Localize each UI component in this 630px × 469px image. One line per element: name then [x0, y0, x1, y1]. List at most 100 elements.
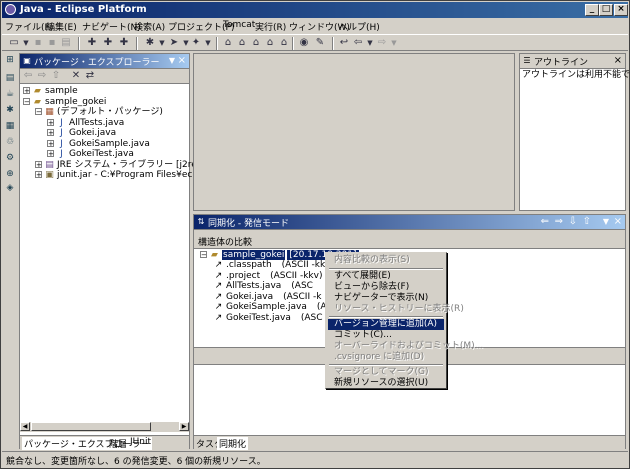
incoming-mode-icon[interactable]: ⇐ — [541, 216, 549, 227]
previous-change-icon[interactable]: ⇧ — [583, 216, 591, 227]
sync-view-header[interactable]: ⇅ 同期化 - 発信モード ⇐ ⇒ ⇩ ⇧ ▼ × — [194, 215, 625, 230]
open-perspective-shortcut-icon[interactable]: ⊞ — [4, 54, 16, 66]
tree-item-sample-gokei[interactable]: − ▰ sample_gokei — [23, 97, 106, 107]
debug-perspective-icon[interactable]: ✱ — [4, 104, 16, 116]
close-icon[interactable]: × — [178, 55, 186, 66]
tree-item-sample[interactable]: + ▰ sample — [23, 86, 78, 96]
resource-perspective-icon[interactable]: ▤ — [4, 72, 16, 84]
view-menu-icon[interactable]: ▼ — [169, 55, 175, 66]
menu-item-remove-from-view[interactable]: ビューから除去(F) — [334, 282, 409, 293]
close-icon[interactable]: × — [614, 216, 622, 227]
tab-junit[interactable]: JUnit — [130, 437, 151, 447]
tomcat-restart-icon[interactable]: ⌂ — [278, 37, 290, 49]
open-type-icon[interactable]: ⌂ — [222, 37, 234, 49]
outline-header[interactable]: ☰ アウトライン × — [520, 54, 625, 69]
back-dropdown-icon[interactable]: ▼ — [364, 37, 376, 49]
menu-item-show-in-resource-history[interactable]: リソース・ヒストリーに表示(R) — [334, 304, 464, 315]
scroll-right-icon[interactable]: ▶ — [179, 422, 189, 431]
forward-icon[interactable]: ⇨ — [376, 37, 388, 49]
menu-item-show-content-compare[interactable]: 内容比較の表示(S) — [334, 255, 410, 266]
open-hierarchy-icon[interactable]: ⌂ — [236, 37, 248, 49]
tree-item-gokei[interactable]: + J Gokei.java — [47, 128, 116, 138]
sync-item-classpath[interactable]: ↗ .classpath (ASCII -kk — [214, 260, 325, 270]
close-icon[interactable]: × — [614, 55, 622, 66]
external-tools-icon[interactable]: ✦ — [190, 37, 202, 49]
last-edit-location-icon[interactable]: ↩ — [338, 37, 350, 49]
back-icon[interactable]: ⇦ — [352, 37, 364, 49]
maximize-button[interactable]: □ — [599, 4, 613, 16]
expander[interactable]: + — [35, 171, 42, 179]
close-button[interactable]: × — [614, 4, 628, 16]
forward-dropdown-icon[interactable]: ▼ — [388, 37, 400, 49]
menu-item-show-in-navigator[interactable]: ナビゲーターで表示(N) — [334, 293, 428, 304]
menu-run[interactable]: 実行(R) — [255, 20, 286, 33]
new-java-project-icon[interactable]: ✚ — [86, 37, 98, 49]
outgoing-mode-icon[interactable]: ⇒ — [555, 216, 563, 227]
tree-item-gokeisample[interactable]: + J GokeiSample.java — [47, 139, 150, 149]
save-icon[interactable]: ▪ — [32, 37, 44, 49]
expander[interactable]: + — [47, 140, 54, 148]
menu-search[interactable]: 検索(A) — [134, 20, 165, 33]
sync-item-project[interactable]: ↗ .project (ASCII -kkv) — [214, 271, 323, 281]
new-icon[interactable]: ▭ — [8, 37, 20, 49]
debug-dropdown-icon[interactable]: ▼ — [156, 37, 168, 49]
tree-item-alltests[interactable]: + J AllTests.java — [47, 118, 124, 128]
hierarchy-perspective-icon[interactable]: ▦ — [4, 120, 16, 132]
tab-synchronize[interactable]: 同期化 — [217, 437, 249, 450]
open-perspective-icon[interactable]: ✎ — [314, 37, 326, 49]
tomcat-start-icon[interactable]: ⌂ — [250, 37, 262, 49]
plugin-perspective-icon[interactable]: ⊕ — [4, 168, 16, 180]
menu-item-add-to-version-control[interactable]: バージョン管理に追加(A) — [334, 319, 437, 330]
menu-item-expand-all[interactable]: すべて展開(E) — [334, 271, 391, 282]
java-perspective-icon[interactable]: ☕ — [4, 88, 16, 100]
menu-item-select-new-resources[interactable]: 新規リソースの選択(U) — [334, 378, 428, 389]
title-bar[interactable]: Java - Eclipse Platform _ □ × — [2, 2, 628, 18]
scroll-left-icon[interactable]: ◀ — [20, 422, 30, 431]
expander[interactable]: − — [35, 108, 42, 116]
expander[interactable]: + — [47, 129, 54, 137]
menu-item-add-to-cvsignore[interactable]: .cvsignore に追加(D) — [334, 352, 424, 363]
menu-edit[interactable]: 編集(E) — [46, 20, 77, 33]
menu-help[interactable]: ヘルプ(H) — [339, 20, 380, 33]
sync-item-gokei[interactable]: ↗ Gokei.java (ASCII -k — [214, 292, 322, 302]
run-icon[interactable]: ➤ — [168, 37, 180, 49]
scrollbar-thumb[interactable] — [31, 422, 151, 431]
search-icon[interactable]: ◉ — [298, 37, 310, 49]
install-perspective-icon[interactable]: ◈ — [4, 182, 16, 194]
menu-item-mark-as-merged[interactable]: マージとしてマーク(G) — [334, 367, 429, 378]
new-dropdown-icon[interactable]: ▼ — [20, 37, 32, 49]
expander[interactable]: − — [200, 251, 207, 259]
menu-tomcat[interactable]: Tomcat — [223, 20, 255, 30]
package-explorer-header[interactable]: ▣ パッケージ・エクスプローラー ▼ × — [20, 54, 189, 69]
expander[interactable]: + — [35, 161, 42, 169]
forward-icon[interactable]: ⇨ — [36, 70, 48, 82]
collapse-all-icon[interactable]: ✕ — [70, 70, 82, 82]
print-icon[interactable]: ▤ — [60, 37, 72, 49]
up-icon[interactable]: ⇧ — [50, 70, 62, 82]
cvs-perspective-icon[interactable]: ♲ — [4, 136, 16, 148]
save-all-icon[interactable]: ▪ — [46, 37, 58, 49]
view-menu-icon[interactable]: ▼ — [603, 216, 609, 227]
menu-item-commit[interactable]: コミット(C)... — [334, 330, 392, 341]
tomcat-stop-icon[interactable]: ⌂ — [264, 37, 276, 49]
expander[interactable]: + — [23, 87, 30, 95]
minimize-button[interactable]: _ — [585, 4, 599, 16]
new-class-icon[interactable]: ✚ — [118, 37, 130, 49]
tab-hierarchy[interactable]: 階層 — [109, 437, 127, 450]
expander[interactable]: + — [47, 150, 54, 158]
team-sync-perspective-icon[interactable]: ⚙ — [4, 152, 16, 164]
sync-item-gokeitest[interactable]: ↗ GokeiTest.java (ASC — [214, 313, 323, 323]
external-tools-dropdown-icon[interactable]: ▼ — [202, 37, 214, 49]
new-package-icon[interactable]: ✚ — [102, 37, 114, 49]
sync-item-alltests[interactable]: ↗ AllTests.java (ASC — [214, 281, 313, 291]
expander[interactable]: − — [23, 98, 30, 106]
expander[interactable]: + — [47, 119, 54, 127]
back-icon[interactable]: ⇦ — [22, 70, 34, 82]
horizontal-scrollbar[interactable]: ◀ ▶ — [20, 421, 189, 432]
menu-item-override-and-commit[interactable]: オーバーライドおよびコミット(M)... — [334, 341, 483, 352]
menu-navigate[interactable]: ナビゲート(N) — [82, 20, 141, 33]
tree-item-default-package[interactable]: − ▦ (デフォルト・パッケージ) — [35, 107, 163, 117]
debug-icon[interactable]: ✱ — [144, 37, 156, 49]
sync-item-gokeisample[interactable]: ↗ GokeiSample.java (A — [214, 302, 327, 312]
tree-item-gokeitest[interactable]: + J GokeiTest.java — [47, 149, 134, 159]
